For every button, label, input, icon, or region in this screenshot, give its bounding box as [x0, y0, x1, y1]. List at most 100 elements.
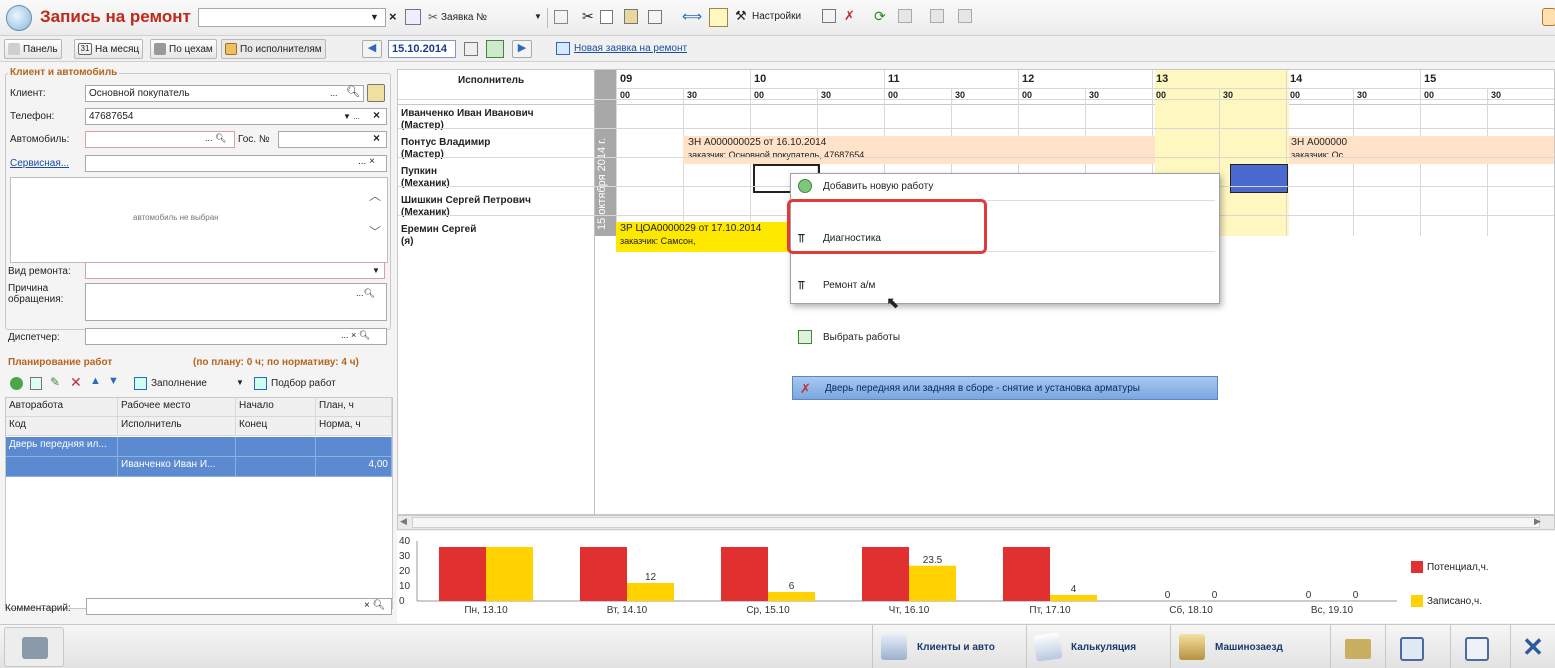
plate-clear-icon[interactable]: ×: [373, 131, 380, 145]
plate-label: Гос. №: [238, 134, 270, 145]
panel-button[interactable]: Панель: [4, 39, 62, 59]
car-label: Автомобиль:: [10, 134, 70, 145]
fill-button[interactable]: Заполнение: [151, 378, 207, 389]
search-combo[interactable]: [198, 8, 386, 27]
menu-item-car-repair[interactable]: ⫪ Ремонт а/м: [791, 273, 1219, 297]
date-field[interactable]: 15.10.2014: [388, 40, 456, 58]
scroll-left-icon[interactable]: ◀: [400, 516, 407, 527]
scroll-down-icon[interactable]: ﹀: [369, 223, 381, 240]
plate-field[interactable]: [278, 131, 387, 148]
executors-view-button[interactable]: По исполнителям: [221, 39, 326, 59]
next-day-icon[interactable]: ▶: [512, 40, 532, 58]
paste-icon[interactable]: [624, 9, 638, 24]
table-cell[interactable]: [236, 457, 316, 477]
date-picker-icon[interactable]: [464, 42, 478, 56]
move-up-icon[interactable]: ▲: [90, 375, 101, 387]
table-cell[interactable]: Дверь передняя ил...: [6, 437, 118, 457]
order-dropdown-icon[interactable]: ▼: [534, 12, 542, 21]
table-cell[interactable]: 4,00: [316, 457, 392, 477]
scroll-up-icon[interactable]: ︿: [369, 187, 381, 204]
table-cell[interactable]: Иванченко Иван И...: [118, 457, 236, 477]
save-icon[interactable]: [1450, 625, 1504, 668]
reason-field[interactable]: [85, 283, 387, 321]
scroll-thumb[interactable]: [412, 517, 1540, 528]
menu-item-add-work[interactable]: Добавить новую работу: [791, 174, 1219, 198]
client-select-icon[interactable]: ...: [330, 88, 338, 98]
menu-item-select-works[interactable]: Выбрать работы: [791, 325, 1219, 349]
worker-name: Шишкин Сергей Петрович: [401, 195, 531, 206]
help-icon[interactable]: [1542, 8, 1555, 26]
dispatcher-actions-icon[interactable]: ... × 🔍︎: [341, 330, 370, 341]
copy-form-icon[interactable]: [405, 9, 421, 25]
order-icon[interactable]: ✂: [428, 10, 438, 24]
settings-button[interactable]: Настройки: [752, 11, 801, 22]
menu-item-door-work[interactable]: ✗ Дверь передняя или задняя в сборе - сня…: [792, 376, 1218, 400]
worker-row[interactable]: Еремин Сергей (я): [401, 224, 591, 248]
copy-row-icon[interactable]: [30, 377, 42, 390]
save-close-icon[interactable]: [1385, 625, 1439, 668]
columns-icon[interactable]: [554, 10, 568, 24]
service-clear-icon[interactable]: ... ×: [358, 156, 375, 167]
client-card-icon[interactable]: [367, 84, 385, 102]
cut-icon[interactable]: ✂: [582, 8, 594, 25]
phone-dropdown-icon[interactable]: ▼ ...: [343, 112, 360, 121]
fill-icon[interactable]: [134, 377, 147, 390]
comment-actions-icon[interactable]: × 🔍︎: [364, 600, 385, 611]
filter-clear-icon[interactable]: ✗: [844, 8, 855, 24]
table-cell[interactable]: [6, 457, 118, 477]
client-search-icon[interactable]: 🔍︎: [346, 85, 360, 98]
select-works-icon[interactable]: [254, 377, 267, 390]
copy-icon[interactable]: [600, 10, 613, 24]
repair-type-field[interactable]: [85, 262, 385, 279]
close-icon[interactable]: ✕: [1510, 625, 1555, 668]
comment-field[interactable]: [86, 598, 392, 615]
y-tick-label: 40: [399, 536, 411, 547]
table-cell[interactable]: [316, 437, 392, 457]
filter-icon[interactable]: [822, 9, 836, 23]
select-works-button[interactable]: Подбор работ: [271, 378, 336, 389]
clients-cars-button[interactable]: Клиенты и авто: [872, 625, 1003, 668]
combo-dropdown-icon[interactable]: ▼: [370, 12, 379, 22]
chart-toggle-icon[interactable]: [709, 8, 728, 27]
add-icon[interactable]: [10, 377, 23, 390]
refresh-icon[interactable]: ⟳: [874, 8, 886, 25]
edit-icon[interactable]: ✎: [50, 375, 60, 389]
grid-icon[interactable]: [930, 9, 944, 23]
open-folder-icon[interactable]: [1330, 625, 1384, 668]
reason-label: Причина обращения:: [8, 283, 64, 305]
shops-view-button[interactable]: По цехам: [150, 39, 217, 59]
insert-icon[interactable]: [648, 10, 662, 24]
order-number-label[interactable]: Заявка №: [441, 12, 487, 23]
swap-icon[interactable]: ⟺: [682, 8, 702, 25]
tile-icon[interactable]: [958, 9, 972, 23]
reason-search-icon[interactable]: ...🔍︎: [356, 288, 375, 299]
new-order-link[interactable]: Новая заявка на ремонт: [574, 43, 687, 54]
row-line: [398, 157, 1554, 158]
scroll-right-icon[interactable]: ▶: [1534, 516, 1541, 527]
table-cell[interactable]: [236, 437, 316, 457]
service-link[interactable]: Сервисная...: [10, 158, 69, 169]
repair-type-dropdown-icon[interactable]: ▼: [372, 266, 380, 275]
car-arrival-button[interactable]: Машинозаезд: [1170, 625, 1291, 668]
grid-line: [616, 70, 617, 236]
month-view-button[interactable]: 31 На месяц: [74, 39, 144, 59]
table-cell[interactable]: [118, 437, 236, 457]
delete-icon[interactable]: ✕: [70, 374, 82, 391]
worker-name: Понтус Владимир: [401, 137, 491, 148]
calculation-button[interactable]: Калькуляция: [1026, 625, 1144, 668]
panel-icon: [8, 43, 20, 55]
settings-icon[interactable]: ⚒: [735, 8, 747, 24]
combo-clear-icon[interactable]: ×: [389, 9, 397, 24]
selected-cell-blue[interactable]: [1230, 164, 1288, 193]
today-icon[interactable]: [486, 40, 504, 58]
fill-dropdown-icon[interactable]: ▼: [236, 378, 244, 387]
service-field[interactable]: [85, 155, 387, 172]
list-icon[interactable]: [898, 9, 912, 23]
car-search-icon[interactable]: ... 🔍︎: [205, 133, 226, 144]
phone-clear-icon[interactable]: ×: [373, 108, 380, 122]
client-field[interactable]: Основной покупатель: [85, 85, 364, 102]
prev-day-icon[interactable]: ◀: [362, 40, 382, 58]
phone-field[interactable]: 47687654: [85, 108, 387, 125]
move-down-icon[interactable]: ▼: [108, 375, 119, 387]
client-label: Клиент:: [10, 88, 46, 99]
